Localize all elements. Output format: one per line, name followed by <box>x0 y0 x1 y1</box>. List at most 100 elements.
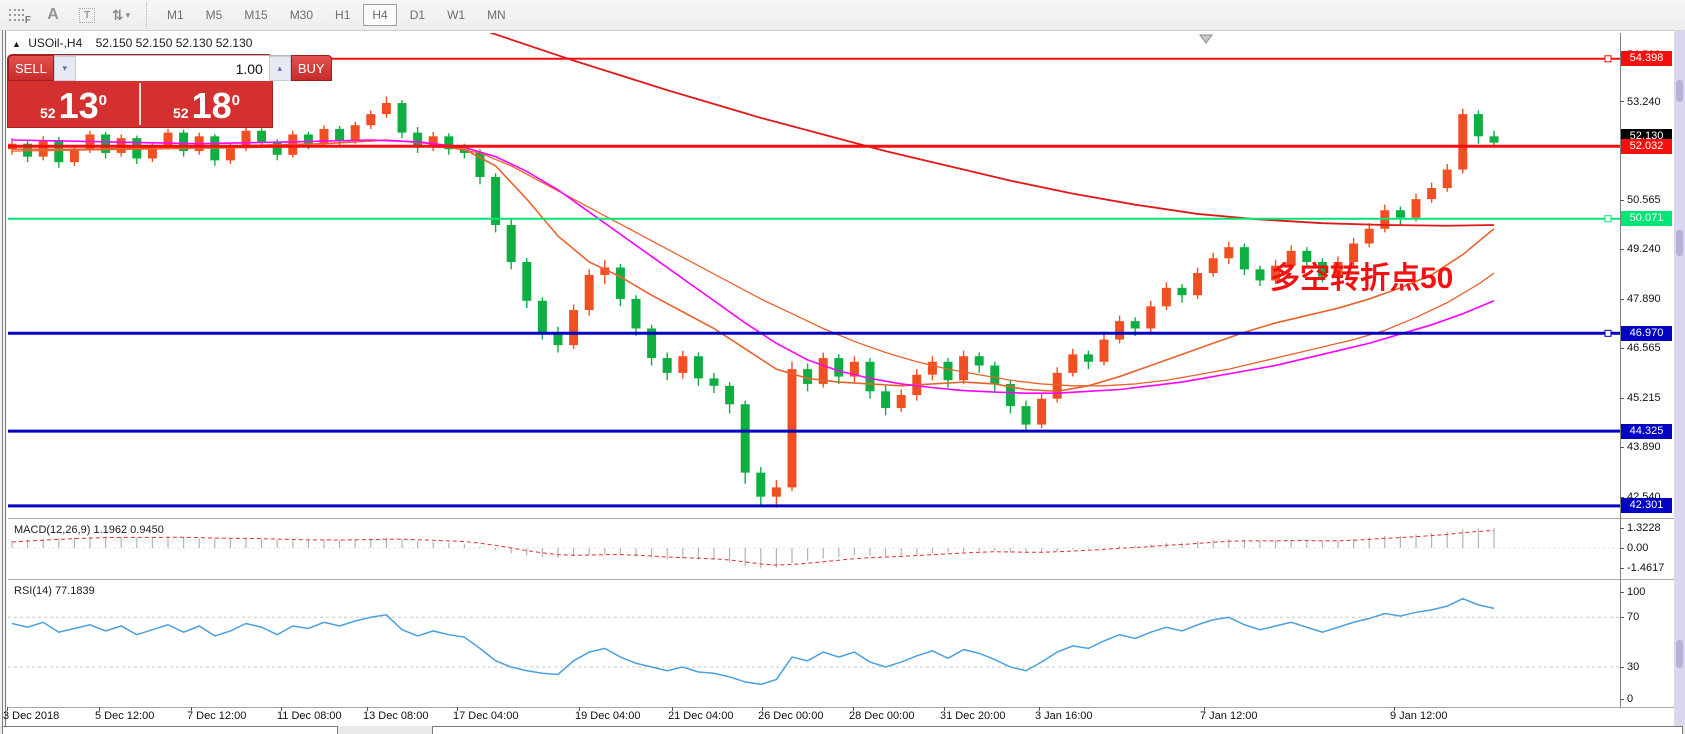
sell-button[interactable]: SELL <box>8 55 54 81</box>
line-handle[interactable] <box>1605 216 1611 222</box>
macd-indicator[interactable] <box>8 520 1620 578</box>
candle-body <box>1131 321 1140 328</box>
scrollbar-segment[interactable] <box>2 726 338 734</box>
candle-body <box>507 225 516 262</box>
timeframe-button-w1[interactable]: W1 <box>438 4 474 26</box>
candle-body <box>1474 114 1483 136</box>
price-tick-label: 46.565 <box>1627 341 1661 355</box>
volume-increase-button[interactable]: ▴ <box>269 56 291 81</box>
timeframe-button-m15[interactable]: M15 <box>235 4 276 26</box>
rsi-tick <box>1620 592 1624 593</box>
candle-body <box>257 131 266 142</box>
candle-body <box>866 362 875 392</box>
text-tool-icon[interactable]: T <box>72 2 102 28</box>
candle-body <box>1240 247 1249 269</box>
window-left-edge <box>0 30 7 734</box>
price-badge: 42.301 <box>1621 498 1672 513</box>
candle-body <box>569 310 578 345</box>
fibonacci-tool-icon[interactable]: F <box>4 2 34 28</box>
time-axis-label: 3 Dec 2018 <box>3 710 59 722</box>
rsi-tick <box>1620 617 1624 618</box>
candle-body <box>741 404 750 472</box>
arrows-tool-icon[interactable]: ⇅ ▾ <box>106 2 136 28</box>
time-axis-label: 21 Dec 04:00 <box>668 710 733 722</box>
line-handle[interactable] <box>1605 330 1611 336</box>
candle-body <box>70 149 79 162</box>
candle-body <box>678 356 687 373</box>
chart-shift-marker-icon[interactable] <box>1200 35 1212 43</box>
time-axis-label: 26 Dec 00:00 <box>758 710 823 722</box>
mt4-window: F A T ⇅ ▾ M1M5M15M30H1H4D1W1MN ▲ USOil-,… <box>0 0 1685 734</box>
rsi-axis-label: 0 <box>1627 692 1633 706</box>
candle-body <box>1053 373 1062 399</box>
scroll-thumb[interactable] <box>1676 80 1683 102</box>
volume-decrease-button[interactable]: ▾ <box>54 56 76 81</box>
right-scroll-strip[interactable] <box>1674 30 1685 734</box>
macd-tick <box>1620 548 1624 549</box>
time-axis-label: 17 Dec 04:00 <box>453 710 518 722</box>
timeframe-button-m5[interactable]: M5 <box>197 4 232 26</box>
price-badge: 50.071 <box>1621 211 1672 226</box>
timeframe-button-mn[interactable]: MN <box>478 4 515 26</box>
candle-body <box>273 142 282 155</box>
time-axis-label: 9 Jan 12:00 <box>1390 710 1448 722</box>
candle-body <box>351 125 360 140</box>
candle-body <box>881 391 890 408</box>
macd-tick <box>1620 528 1624 529</box>
candle-body <box>694 356 703 378</box>
price-tick-label: 49.240 <box>1627 242 1661 256</box>
price-tick <box>1620 348 1624 349</box>
scroll-thumb[interactable] <box>1676 640 1683 668</box>
timeframe-button-m30[interactable]: M30 <box>281 4 322 26</box>
text-label-tool-icon[interactable]: A <box>38 2 68 28</box>
price-tick <box>1620 249 1624 250</box>
candle-body <box>834 358 843 376</box>
time-axis-label: 3 Jan 16:00 <box>1035 710 1093 722</box>
rsi-tick <box>1620 699 1624 700</box>
scrollbar-segment[interactable] <box>432 726 1683 734</box>
candle-body <box>522 262 531 301</box>
candle-body <box>1256 269 1265 280</box>
price-tick <box>1620 398 1624 399</box>
price-tick <box>1620 299 1624 300</box>
price-tick-label: 43.890 <box>1627 440 1661 454</box>
bottom-scrollbar[interactable] <box>0 726 1685 734</box>
price-tick-label: 50.565 <box>1627 193 1661 207</box>
rsi-axis-label: 30 <box>1627 660 1639 674</box>
line-handle[interactable] <box>1605 56 1611 62</box>
rsi-axis-label: 100 <box>1627 585 1645 599</box>
candle-body <box>1100 340 1109 362</box>
price-badge: 54.398 <box>1621 51 1672 66</box>
macd-axis-label: 1.3228 <box>1627 521 1661 535</box>
rsi-tick <box>1620 667 1624 668</box>
candle-body <box>39 140 48 157</box>
timeframe-button-h4[interactable]: H4 <box>363 4 396 26</box>
time-axis-line <box>8 707 1674 708</box>
panel-divider[interactable] <box>8 518 1674 519</box>
price-badge: 44.325 <box>1621 424 1672 439</box>
candle-body <box>756 473 765 497</box>
scroll-thumb[interactable] <box>1676 230 1683 256</box>
chart-annotation[interactable]: 多空转折点50 <box>1270 262 1453 295</box>
chevron-down-icon: ▾ <box>126 10 131 21</box>
time-axis-label: 7 Dec 12:00 <box>187 710 246 722</box>
timeframe-button-m1[interactable]: M1 <box>158 4 193 26</box>
candle-body <box>1068 354 1077 372</box>
price-tick <box>1620 101 1624 102</box>
toolbar-separator <box>146 3 148 27</box>
candle-body <box>1146 306 1155 328</box>
timeframe-button-h1[interactable]: H1 <box>326 4 359 26</box>
candle-body <box>1209 258 1218 273</box>
candle-body <box>1396 210 1405 217</box>
timeframe-button-d1[interactable]: D1 <box>401 4 434 26</box>
candle-body <box>335 129 344 140</box>
candle-body <box>663 358 672 373</box>
sell-price[interactable]: 52130 <box>8 81 139 127</box>
candle-body <box>585 275 594 310</box>
one-click-trading-panel: SELL ▾ ▴ BUY 52130 52180 <box>8 55 272 127</box>
candle-body <box>928 362 937 375</box>
buy-button[interactable]: BUY <box>291 55 332 81</box>
rsi-indicator[interactable] <box>8 580 1620 706</box>
buy-price[interactable]: 52180 <box>141 81 272 127</box>
volume-input[interactable] <box>76 56 269 81</box>
